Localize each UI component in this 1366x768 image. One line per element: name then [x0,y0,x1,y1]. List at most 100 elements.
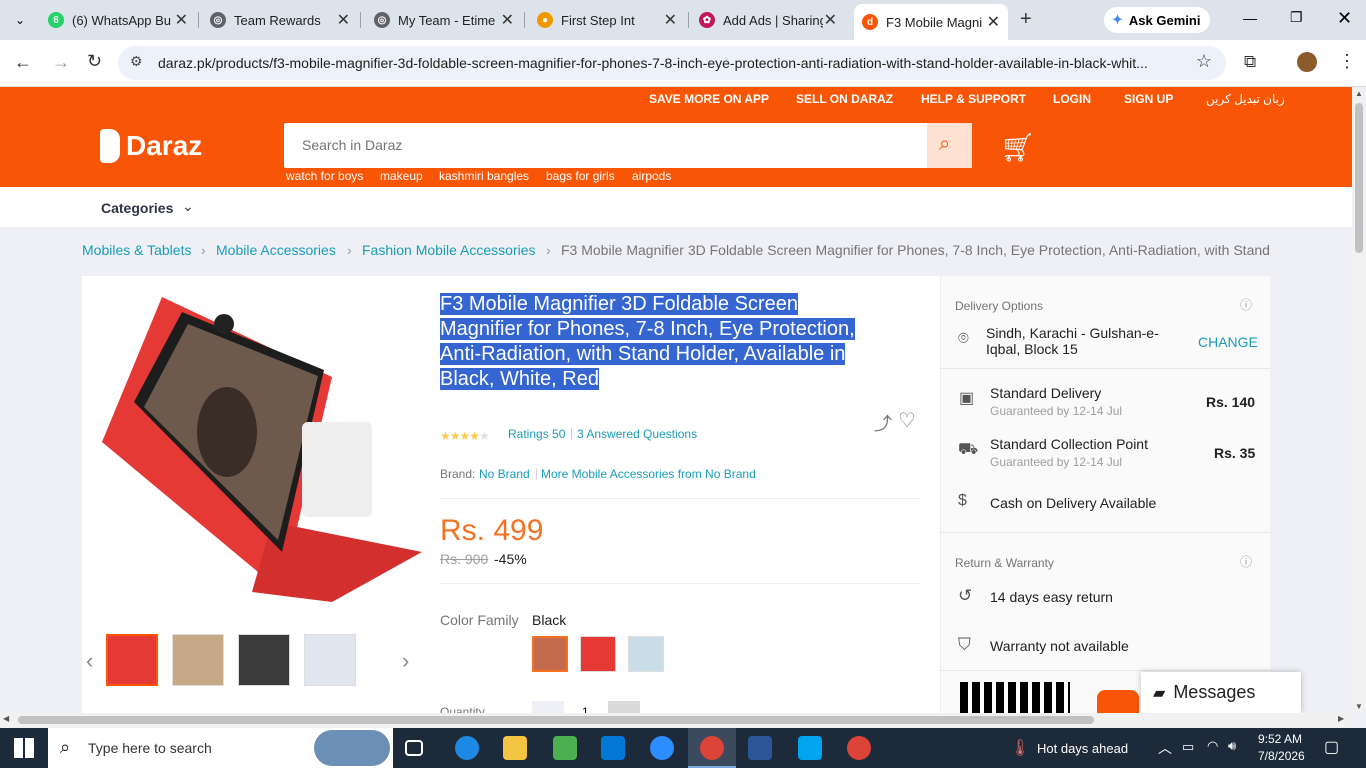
color-swatch-black[interactable] [532,636,568,672]
daraz-logo[interactable]: Daraz [100,129,202,163]
calendar-app-icon[interactable] [798,736,822,760]
link-language[interactable]: زبان تبدیل کریں [1206,92,1285,106]
horizontal-scrollbar[interactable]: ◀ ▶ [0,713,1352,727]
thumbnail[interactable] [172,634,224,686]
quantity-increase[interactable] [608,701,640,713]
tab-add-ads[interactable]: ✿ Add Ads | Sharing ✕ [699,6,837,34]
share-icon[interactable]: ⤴ [874,410,892,436]
chrome-profile-icon[interactable] [847,736,871,760]
omnibox[interactable]: ⚙ daraz.pk/products/f3-mobile-magnifier-… [118,46,1226,80]
close-icon[interactable]: ✕ [824,10,837,30]
chevron-left-icon[interactable]: ‹ [86,648,93,674]
questions-link[interactable]: 3 Answered Questions [577,427,697,441]
delivery-title: Delivery Options [955,299,1044,313]
keyword-link[interactable]: bags for girls [546,169,615,183]
scroll-thumb[interactable] [18,716,1094,724]
link-save-more[interactable]: SAVE MORE ON APP [649,92,769,106]
scroll-up-icon[interactable]: ▲ [1355,89,1363,98]
info-icon[interactable]: ⓘ [1240,296,1252,313]
thumbnail[interactable] [238,634,290,686]
close-icon[interactable]: ✕ [175,10,188,30]
thumbnail[interactable] [106,634,158,686]
file-explorer-icon[interactable] [503,736,527,760]
close-icon[interactable]: ✕ [664,10,677,30]
edge-icon[interactable] [455,736,479,760]
quantity-decrease[interactable] [532,701,564,713]
url-text[interactable]: daraz.pk/products/f3-mobile-magnifier-3d… [158,55,1188,71]
taskbar-search-input[interactable]: Type here to search [88,740,212,756]
search-button[interactable]: ⌕ [927,123,972,168]
breadcrumb-item[interactable]: Mobiles & Tablets [82,242,191,258]
tab-whatsapp[interactable]: 6 (6) WhatsApp Bu ✕ [48,6,188,34]
chrome-icon[interactable] [700,736,724,760]
close-icon[interactable]: ✕ [501,10,514,30]
link-signup[interactable]: SIGN UP [1124,92,1173,106]
link-login[interactable]: LOGIN [1053,92,1091,106]
thumbnail[interactable] [304,634,356,686]
new-tab-icon[interactable]: + [1020,8,1032,31]
scroll-right-icon[interactable]: ▶ [1338,714,1344,723]
site-info-icon[interactable]: ⚙ [130,53,143,70]
breadcrumb-item[interactable]: Mobile Accessories [216,242,336,258]
tab-team-rewards[interactable]: ◎ Team Rewards ✕ [210,6,350,34]
info-icon[interactable]: ⓘ [1240,553,1252,570]
notification-icon[interactable]: ▢ [1324,737,1339,757]
word-icon[interactable] [748,736,772,760]
change-location-link[interactable]: CHANGE [1198,334,1258,350]
tab-search-icon[interactable]: ⌄ [10,10,30,30]
ratings-link[interactable]: Ratings 50 [508,427,565,441]
wifi-icon[interactable]: ◠ [1207,738,1218,754]
minimize-icon[interactable]: — [1243,10,1257,26]
heart-icon[interactable]: ♡ [898,408,916,433]
color-swatch-red[interactable] [580,636,616,672]
task-view-icon[interactable] [405,740,423,756]
close-icon[interactable]: ✕ [337,10,350,30]
volume-icon[interactable]: 🔊︎ [1228,738,1236,754]
windows-start-icon[interactable] [14,738,34,758]
gemini-button[interactable]: ✦ Ask Gemini [1104,7,1210,33]
scroll-left-icon[interactable]: ◀ [3,714,9,723]
tab-my-team[interactable]: ◎ My Team - Etime ✕ [374,6,514,34]
cart-icon[interactable]: 🛒︎ [1000,131,1036,164]
link-sell[interactable]: SELL ON DARAZ [796,92,893,106]
breadcrumb-item[interactable]: Fashion Mobile Accessories [362,242,536,258]
keyword-link[interactable]: makeup [380,169,423,183]
avatar[interactable] [1297,52,1317,72]
store-icon[interactable] [553,736,577,760]
clock-date[interactable]: 7/8/2026 [1258,749,1305,763]
search-input[interactable]: Search in Daraz [302,137,402,153]
scroll-down-icon[interactable]: ▼ [1355,702,1363,711]
reload-icon[interactable]: ↻ [87,51,102,72]
tab-first-step[interactable]: ● First Step Int ✕ [537,6,677,34]
taskbar-search[interactable]: ⌕ Type here to search [48,728,393,768]
brand-link[interactable]: No Brand [479,467,530,481]
restore-icon[interactable]: ❐ [1290,9,1303,26]
tray-chevron-icon[interactable]: ︿ [1158,738,1172,758]
more-from-link[interactable]: More Mobile Accessories from No Brand [541,467,756,481]
color-swatch-white[interactable] [628,636,664,672]
categories-menu[interactable]: Categories [101,200,173,216]
weather-text[interactable]: Hot days ahead [1037,741,1128,756]
chevron-down-icon[interactable]: ⌄ [182,198,194,215]
forward-icon[interactable]: → [52,52,70,73]
bookmark-star-icon[interactable]: ☆ [1196,51,1212,72]
extensions-icon[interactable]: ⧉ [1244,52,1256,72]
chevron-right-icon[interactable]: › [402,648,409,674]
menu-icon[interactable]: ⋮ [1338,51,1356,72]
back-icon[interactable]: ← [14,52,32,73]
battery-icon[interactable]: ▭ [1182,739,1194,755]
keyword-link[interactable]: airpods [632,169,671,183]
scroll-thumb[interactable] [1355,103,1363,253]
window-close-icon[interactable]: ✕ [1337,8,1352,29]
keyword-link[interactable]: watch for boys [286,169,363,183]
product-image[interactable] [92,292,422,602]
zoom-icon[interactable] [650,736,674,760]
messages-button[interactable]: ▰ Messages [1141,672,1301,713]
vertical-scrollbar[interactable]: ▲ ▼ [1352,87,1366,713]
link-help[interactable]: HELP & SUPPORT [921,92,1026,106]
close-icon[interactable]: ✕ [987,12,1000,32]
outlook-icon[interactable] [601,736,625,760]
keyword-link[interactable]: kashmiri bangles [439,169,529,183]
tab-daraz-active[interactable]: d F3 Mobile Magni ✕ [854,4,1008,40]
clock-time[interactable]: 9:52 AM [1258,732,1302,746]
